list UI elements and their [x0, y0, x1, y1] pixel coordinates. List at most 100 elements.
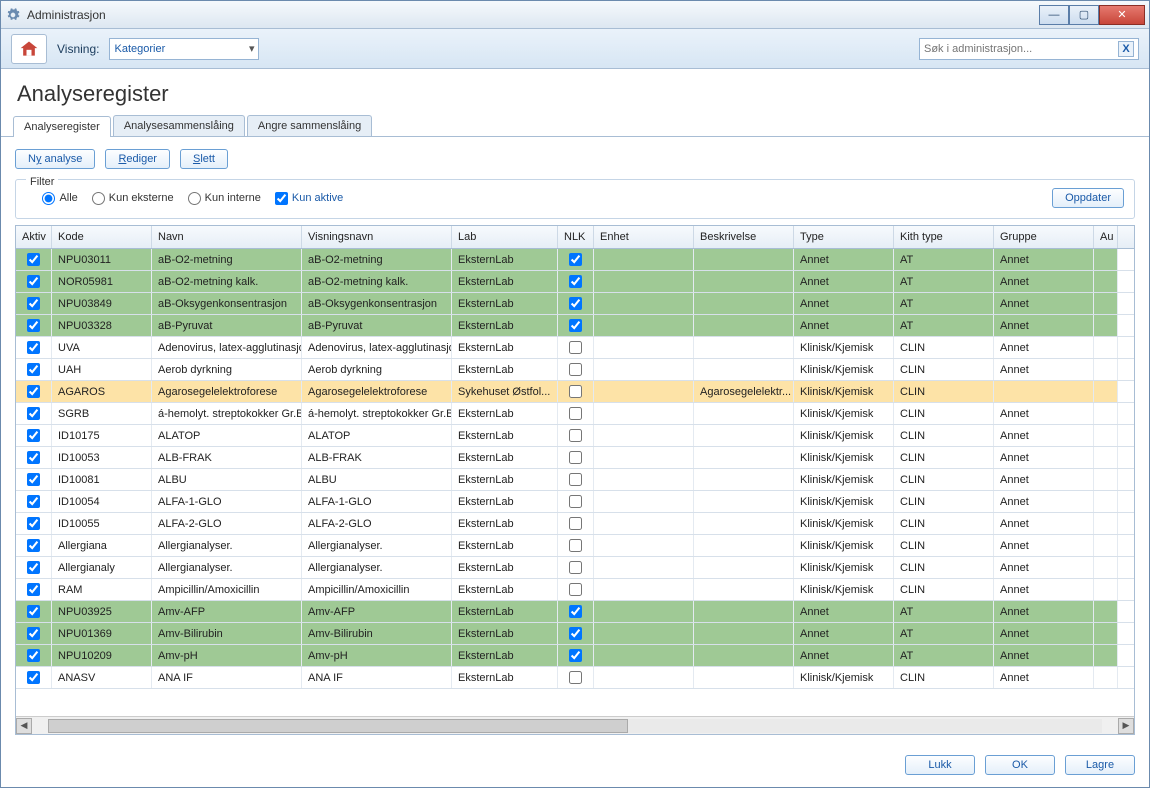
- col-gruppe[interactable]: Gruppe: [994, 226, 1094, 248]
- tab-analyseregister[interactable]: Analyseregister: [13, 116, 111, 137]
- table-row[interactable]: ID10053ALB-FRAKALB-FRAKEksternLabKlinisk…: [16, 447, 1134, 469]
- table-row[interactable]: NPU03011aB-O2-metningaB-O2-metningEkster…: [16, 249, 1134, 271]
- cell-nlk[interactable]: [558, 645, 594, 666]
- ny-analyse-button[interactable]: Ny analyse: [15, 149, 95, 169]
- scroll-left-arrow[interactable]: ◀: [16, 718, 32, 734]
- cell-aktiv[interactable]: [16, 337, 52, 358]
- cell-nlk[interactable]: [558, 425, 594, 446]
- cell-nlk[interactable]: [558, 469, 594, 490]
- tab-analysesammenslaing[interactable]: Analysesammenslåing: [113, 115, 245, 136]
- close-button[interactable]: ✕: [1099, 5, 1145, 25]
- col-visningsnavn[interactable]: Visningsnavn: [302, 226, 452, 248]
- col-beskrivelse[interactable]: Beskrivelse: [694, 226, 794, 248]
- col-aktiv[interactable]: Aktiv: [16, 226, 52, 248]
- home-button[interactable]: [11, 34, 47, 64]
- cell-aktiv[interactable]: [16, 381, 52, 402]
- table-row[interactable]: ID10054ALFA-1-GLOALFA-1-GLOEksternLabKli…: [16, 491, 1134, 513]
- search-box[interactable]: X: [919, 38, 1139, 60]
- cell-nlk[interactable]: [558, 579, 594, 600]
- filter-kun-interne-radio[interactable]: Kun interne: [188, 192, 261, 205]
- horizontal-scrollbar[interactable]: ◀ ▶: [16, 716, 1134, 734]
- table-row[interactable]: ID10055ALFA-2-GLOALFA-2-GLOEksternLabKli…: [16, 513, 1134, 535]
- filter-kun-aktive-check[interactable]: Kun aktive: [275, 192, 343, 205]
- cell-nlk[interactable]: [558, 623, 594, 644]
- col-lab[interactable]: Lab: [452, 226, 558, 248]
- ok-button[interactable]: OK: [985, 755, 1055, 775]
- table-row[interactable]: UVAAdenovirus, latex-agglutinasjoAdenovi…: [16, 337, 1134, 359]
- table-row[interactable]: ID10175ALATOPALATOPEksternLabKlinisk/Kje…: [16, 425, 1134, 447]
- cell-aktiv[interactable]: [16, 601, 52, 622]
- cell-nlk[interactable]: [558, 249, 594, 270]
- cell-nlk[interactable]: [558, 535, 594, 556]
- tab-angre-sammenslaing[interactable]: Angre sammenslåing: [247, 115, 372, 136]
- table-row[interactable]: NOR05981aB-O2-metning kalk.aB-O2-metning…: [16, 271, 1134, 293]
- col-kode[interactable]: Kode: [52, 226, 152, 248]
- table-row[interactable]: UAHAerob dyrkningAerob dyrkningEksternLa…: [16, 359, 1134, 381]
- cell-aktiv[interactable]: [16, 667, 52, 688]
- cell-aktiv[interactable]: [16, 425, 52, 446]
- cell-aktiv[interactable]: [16, 645, 52, 666]
- cell-nlk[interactable]: [558, 271, 594, 292]
- filter-kun-eksterne-radio[interactable]: Kun eksterne: [92, 192, 174, 205]
- cell-nlk[interactable]: [558, 557, 594, 578]
- table-row[interactable]: RAMAmpicillin/AmoxicillinAmpicillin/Amox…: [16, 579, 1134, 601]
- cell-nlk[interactable]: [558, 667, 594, 688]
- cell-aktiv[interactable]: [16, 623, 52, 644]
- table-row[interactable]: AGAROSAgarosegelelektroforeseAgarosegele…: [16, 381, 1134, 403]
- col-kith[interactable]: Kith type: [894, 226, 994, 248]
- cell-nlk[interactable]: [558, 315, 594, 336]
- table-row[interactable]: NPU03328aB-PyruvataB-PyruvatEksternLabAn…: [16, 315, 1134, 337]
- visning-dropdown[interactable]: Kategorier ▾: [109, 38, 259, 60]
- cell-aktiv[interactable]: [16, 469, 52, 490]
- table-row[interactable]: ANASVANA IFANA IFEksternLabKlinisk/Kjemi…: [16, 667, 1134, 689]
- col-navn[interactable]: Navn: [152, 226, 302, 248]
- lagre-button[interactable]: Lagre: [1065, 755, 1135, 775]
- cell-aktiv[interactable]: [16, 271, 52, 292]
- cell-nlk[interactable]: [558, 513, 594, 534]
- col-type[interactable]: Type: [794, 226, 894, 248]
- cell-aktiv[interactable]: [16, 491, 52, 512]
- cell-aktiv[interactable]: [16, 513, 52, 534]
- cell-nlk[interactable]: [558, 447, 594, 468]
- search-clear-button[interactable]: X: [1118, 41, 1134, 57]
- scroll-right-arrow[interactable]: ▶: [1118, 718, 1134, 734]
- minimize-button[interactable]: —: [1039, 5, 1069, 25]
- table-row[interactable]: NPU03925Amv-AFPAmv-AFPEksternLabAnnetATA…: [16, 601, 1134, 623]
- cell-aktiv[interactable]: [16, 535, 52, 556]
- table-row[interactable]: NPU01369Amv-BilirubinAmv-BilirubinEkster…: [16, 623, 1134, 645]
- cell-nlk[interactable]: [558, 403, 594, 424]
- cell-nlk[interactable]: [558, 381, 594, 402]
- cell-aktiv[interactable]: [16, 315, 52, 336]
- cell-aktiv[interactable]: [16, 579, 52, 600]
- table-row[interactable]: AllergianaAllergianalyser.Allergianalyse…: [16, 535, 1134, 557]
- cell-nlk[interactable]: [558, 491, 594, 512]
- table-row[interactable]: AllergianalyAllergianalyser.Allergianaly…: [16, 557, 1134, 579]
- grid-body[interactable]: NPU03011aB-O2-metningaB-O2-metningEkster…: [16, 249, 1134, 716]
- lukk-button[interactable]: Lukk: [905, 755, 975, 775]
- oppdater-button[interactable]: Oppdater: [1052, 188, 1124, 208]
- search-input[interactable]: [924, 43, 1118, 55]
- cell-aktiv[interactable]: [16, 359, 52, 380]
- cell-aktiv[interactable]: [16, 557, 52, 578]
- col-enhet[interactable]: Enhet: [594, 226, 694, 248]
- cell-nlk[interactable]: [558, 293, 594, 314]
- cell-aktiv[interactable]: [16, 293, 52, 314]
- cell-aktiv[interactable]: [16, 403, 52, 424]
- table-row[interactable]: NPU03849aB-OksygenkonsentrasjonaB-Oksyge…: [16, 293, 1134, 315]
- table-row[interactable]: ID10081ALBUALBUEksternLabKlinisk/Kjemisk…: [16, 469, 1134, 491]
- cell-aktiv[interactable]: [16, 447, 52, 468]
- cell-nlk[interactable]: [558, 601, 594, 622]
- col-au[interactable]: Au: [1094, 226, 1118, 248]
- cell-nlk[interactable]: [558, 359, 594, 380]
- maximize-button[interactable]: ▢: [1069, 5, 1099, 25]
- cell-aktiv[interactable]: [16, 249, 52, 270]
- slett-button[interactable]: Slett: [180, 149, 228, 169]
- table-row[interactable]: NPU10209Amv-pHAmv-pHEksternLabAnnetATAnn…: [16, 645, 1134, 667]
- scroll-thumb[interactable]: [48, 719, 628, 733]
- col-nlk[interactable]: NLK: [558, 226, 594, 248]
- cell-enhet: [594, 623, 694, 644]
- cell-nlk[interactable]: [558, 337, 594, 358]
- table-row[interactable]: SGRBá-hemolyt. streptokokker Gr.Bá-hemol…: [16, 403, 1134, 425]
- rediger-button[interactable]: Rediger: [105, 149, 170, 169]
- filter-alle-radio[interactable]: Alle: [42, 192, 77, 205]
